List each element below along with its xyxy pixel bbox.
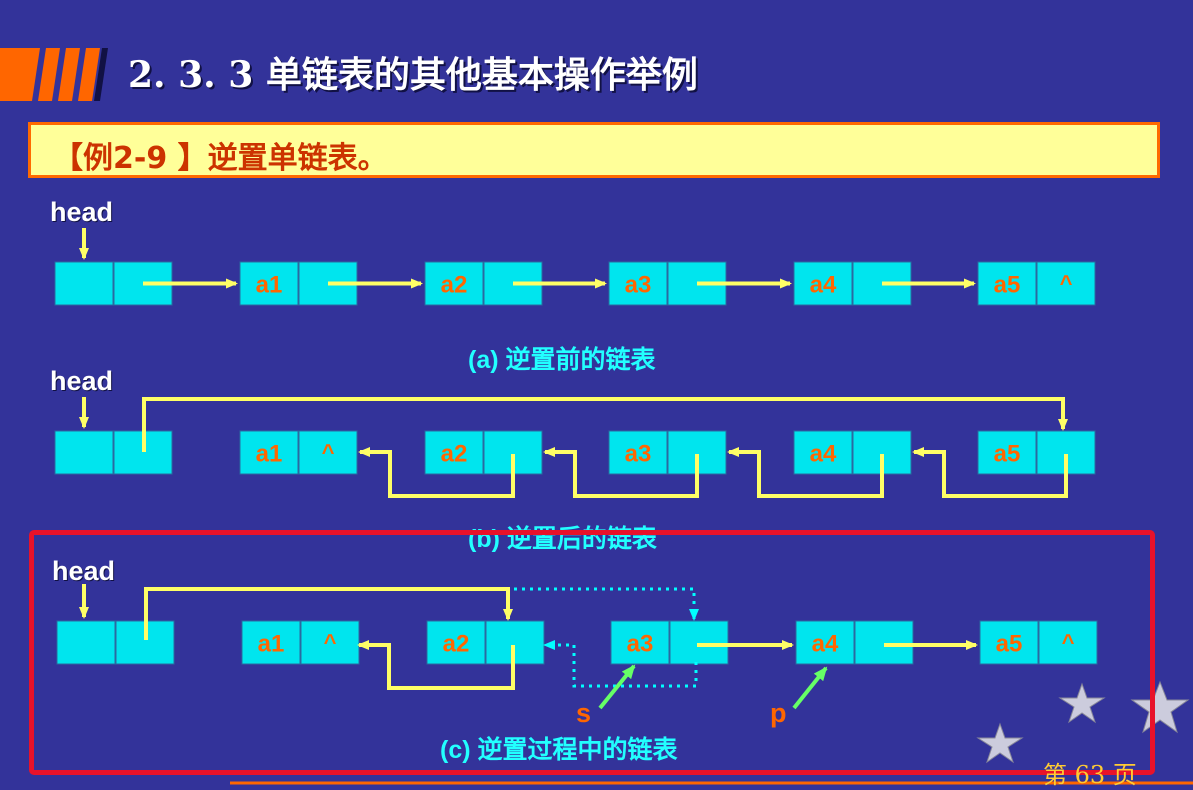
list-node-a-5: a5 ^	[977, 261, 1096, 306]
node-data-text: a4	[810, 272, 837, 299]
node-data-text: a5	[994, 272, 1021, 299]
list-node-b-1: a1 ^	[239, 430, 358, 475]
node-data-text: a2	[441, 272, 468, 299]
head-label-c: head	[52, 556, 116, 586]
pointer-p-label: p	[770, 698, 787, 728]
node-data-text: a3	[625, 272, 652, 299]
node-data-text: a5	[994, 441, 1021, 468]
node-data-text: a2	[441, 441, 468, 468]
node-data-text: a1	[256, 272, 283, 299]
head-label-b: head	[50, 366, 114, 396]
head-node-b	[54, 430, 173, 475]
pointer-s-label: s	[576, 698, 592, 728]
list-node-b-2: a2	[424, 430, 543, 475]
node-data-text: a4	[810, 441, 837, 468]
list-node-b-4: a4	[793, 430, 912, 475]
caption-a: (a) 逆置前的链表	[468, 346, 656, 374]
node-data-text: a1	[256, 441, 283, 468]
slide: 2. 3. 3 单链表的其他基本操作举例 【例2-9 】逆置单链表。 a1 a2 a…	[0, 0, 1193, 789]
list-node-b-5: a5	[977, 430, 1096, 475]
head-label-a: head	[50, 197, 114, 227]
caption-c: (c) 逆置过程中的链表	[440, 736, 678, 764]
list-node-b-3: a3	[608, 430, 727, 475]
page-number: 第 63 页	[1043, 761, 1137, 789]
null-pointer-text: ^	[1060, 271, 1073, 296]
data-field	[54, 261, 114, 306]
data-field	[54, 430, 114, 475]
node-data-text: a3	[625, 441, 652, 468]
null-pointer-text: ^	[322, 440, 335, 465]
